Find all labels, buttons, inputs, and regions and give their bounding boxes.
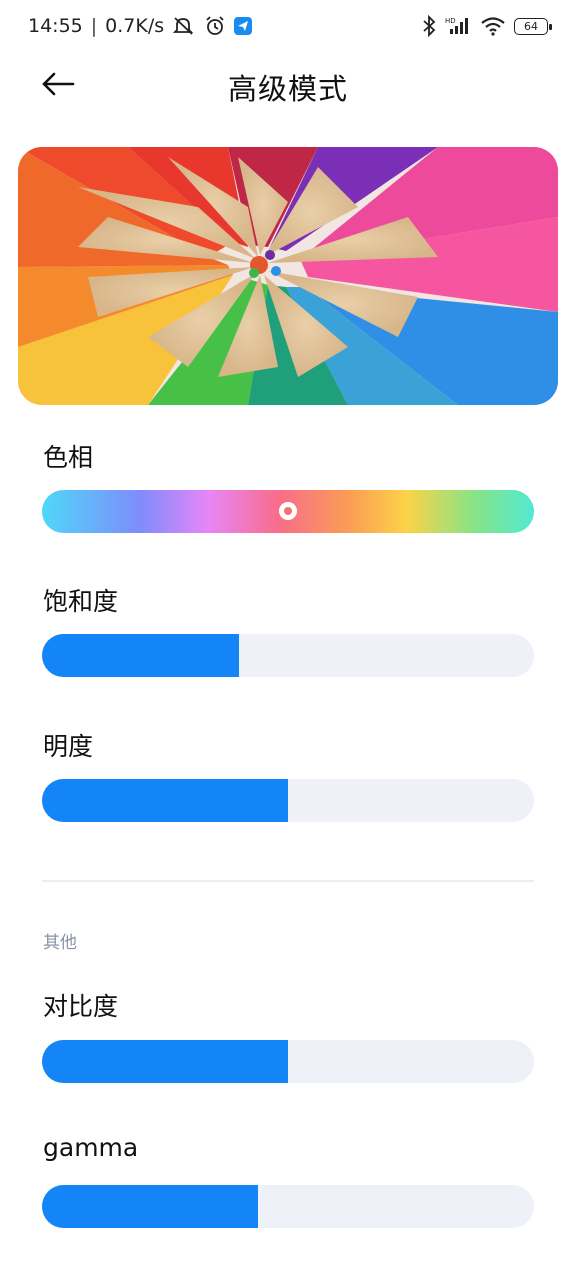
app-bar: 高级模式 [0, 52, 576, 118]
gamma-slider-fill [42, 1185, 259, 1228]
brightness-label: 明度 [43, 732, 94, 761]
contrast-label: 对比度 [43, 992, 119, 1021]
network-speed: 0.7K/s [105, 15, 165, 37]
app-notification-icon [234, 17, 253, 35]
hue-slider[interactable] [42, 490, 534, 533]
contrast-slider-fill [42, 1040, 288, 1083]
signal-hd-icon: HD [444, 15, 472, 37]
status-bar: 14:55 | 0.7K/s HD 64 [0, 0, 576, 52]
other-section-title: 其他 [43, 933, 77, 953]
preview-image [18, 147, 558, 405]
saturation-slider-fill [42, 634, 239, 677]
battery-indicator: 64 [514, 17, 552, 35]
gamma-slider[interactable] [42, 1185, 534, 1228]
section-divider [42, 880, 534, 882]
svg-text:HD: HD [445, 17, 456, 25]
mute-icon [172, 15, 196, 37]
page-title: 高级模式 [227, 72, 348, 106]
brightness-slider[interactable] [42, 779, 534, 822]
contrast-slider[interactable] [42, 1040, 534, 1083]
hue-slider-thumb[interactable] [279, 502, 297, 520]
alarm-icon [204, 15, 226, 37]
status-right: HD 64 [422, 15, 552, 37]
colored-pencils-illustration [18, 147, 558, 405]
saturation-label: 饱和度 [43, 587, 119, 616]
bluetooth-icon [422, 15, 436, 37]
status-time: 14:55 [28, 15, 83, 37]
gamma-label: gamma [43, 1133, 139, 1162]
hue-label: 色相 [43, 443, 94, 472]
wifi-icon [480, 15, 506, 37]
saturation-slider[interactable] [42, 634, 534, 677]
brightness-slider-fill [42, 779, 288, 822]
status-separator: | [90, 15, 98, 37]
status-left: 14:55 | 0.7K/s [28, 15, 253, 37]
